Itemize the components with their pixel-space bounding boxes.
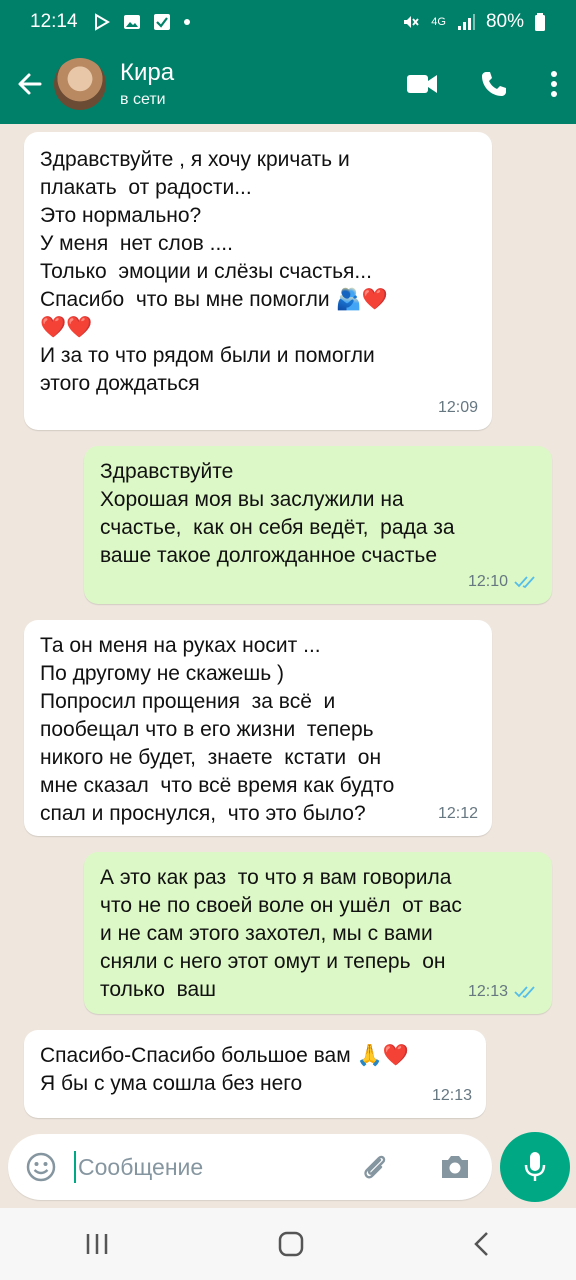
emoji-icon <box>26 1152 56 1182</box>
message-time: 12:12 <box>437 805 478 822</box>
signal-icon <box>457 14 475 30</box>
attach-button[interactable] <box>358 1150 392 1189</box>
home-icon[interactable] <box>278 1231 304 1257</box>
message-text: Здравствуйте Хорошая моя вы заслужили на… <box>100 460 455 567</box>
play-store-icon <box>94 13 110 31</box>
text-caret <box>74 1151 76 1183</box>
gallery-icon <box>123 15 140 29</box>
paperclip-icon <box>364 1155 386 1179</box>
message-bubble-incoming[interactable]: Спасибо-Спасибо большое вам 🙏❤️ Я бы с у… <box>24 1030 486 1118</box>
microphone-icon <box>524 1152 546 1181</box>
dot-icon <box>183 19 190 25</box>
status-bar: 12:14 4G 80% <box>0 0 576 44</box>
avatar[interactable] <box>54 58 106 110</box>
contact-status: в сети <box>120 91 166 108</box>
double-check-read-icon <box>514 576 535 589</box>
message-time: 12:13 <box>431 1087 472 1104</box>
double-check-read-icon <box>514 986 535 999</box>
chat-area[interactable]: Здравствуйте , я хочу кричать и плакать … <box>0 124 576 1128</box>
checkbox-icon <box>153 14 170 30</box>
contact-name: Кира <box>120 59 175 86</box>
message-input[interactable] <box>78 1153 358 1181</box>
message-time: 12:13 <box>467 983 508 1000</box>
system-nav-bar <box>0 1208 576 1280</box>
camera-button[interactable] <box>438 1150 472 1189</box>
back-button[interactable] <box>8 54 52 114</box>
message-text: Здравствуйте , я хочу кричать и плакать … <box>40 148 388 395</box>
back-nav-icon[interactable] <box>472 1231 492 1257</box>
mute-icon <box>404 16 419 28</box>
message-bubble-outgoing[interactable]: А это как раз то что я вам говорила что … <box>84 852 552 1014</box>
emoji-button[interactable] <box>24 1150 58 1184</box>
network-type: 4G <box>431 16 446 28</box>
status-time: 12:14 <box>30 11 78 32</box>
message-bubble-incoming[interactable]: Здравствуйте , я хочу кричать и плакать … <box>24 132 492 430</box>
top-app-bar: 12:14 4G 80% Кира в сети <box>0 0 576 124</box>
voice-record-button[interactable] <box>500 1132 570 1202</box>
message-text: Спасибо-Спасибо большое вам 🙏❤️ Я бы с у… <box>40 1044 409 1095</box>
contact-info[interactable]: Кира в сети <box>120 59 174 109</box>
battery-percent: 80% <box>485 11 524 32</box>
battery-icon <box>535 13 545 31</box>
chat-header: Кира в сети <box>0 44 576 124</box>
camera-icon <box>442 1156 468 1178</box>
message-text: Та он меня на руках носит ... По другому… <box>40 634 395 825</box>
phone-call-icon[interactable] <box>480 70 508 98</box>
video-call-icon[interactable] <box>406 72 438 96</box>
message-composer <box>8 1134 492 1200</box>
message-bubble-incoming[interactable]: Та он меня на руках носит ... По другому… <box>24 620 492 836</box>
recent-apps-icon[interactable] <box>84 1232 110 1256</box>
more-vert-icon[interactable] <box>550 70 558 98</box>
message-bubble-outgoing[interactable]: Здравствуйте Хорошая моя вы заслужили на… <box>84 446 552 604</box>
back-arrow-icon <box>18 73 42 95</box>
message-time: 12:10 <box>467 573 508 590</box>
message-time: 12:09 <box>437 399 478 416</box>
